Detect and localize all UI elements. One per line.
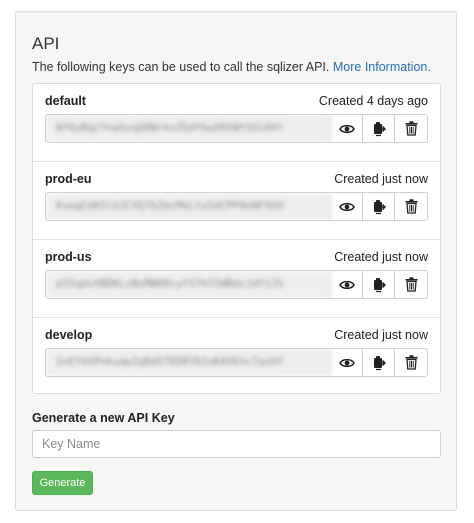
panel-description-text: The following keys can be used to call t… (32, 60, 330, 74)
key-created: Created just now (334, 250, 428, 264)
key-name: prod-us (45, 250, 92, 264)
copy-key-button[interactable] (363, 271, 395, 298)
key-row-default: default Created 4 days ago WfOuBqzYnaGvq… (33, 84, 440, 162)
key-created: Created just now (334, 328, 428, 342)
generate-key-label: Generate a new API Key (32, 411, 175, 425)
clipboard-icon (373, 121, 386, 136)
trash-icon (405, 199, 417, 214)
generate-button[interactable]: Generate (32, 471, 93, 495)
trash-icon (405, 277, 417, 292)
key-created: Created 4 days ago (318, 94, 428, 108)
key-row-prod-us: prod-us Created just now pS5qdvXBDKLzBxM… (33, 240, 440, 318)
key-value-field[interactable]: KvoqCmKSlk2CXQ7bZmcMeLtuSdCPPAnWFXhU (46, 193, 331, 220)
api-keys-list: default Created 4 days ago WfOuBqzYnaGvq… (32, 83, 441, 394)
trash-icon (405, 121, 417, 136)
show-key-button[interactable] (331, 349, 363, 376)
key-row-develop: develop Created just now SnEYVXPnkuqwIqR… (33, 318, 440, 396)
eye-icon (338, 124, 355, 133)
clipboard-icon (373, 355, 386, 370)
copy-key-button[interactable] (363, 349, 395, 376)
panel-description: The following keys can be used to call t… (32, 60, 431, 74)
clipboard-icon (373, 277, 386, 292)
key-name: develop (45, 328, 93, 342)
copy-key-button[interactable] (363, 115, 395, 142)
show-key-button[interactable] (331, 193, 363, 220)
key-input-group: SnEYVXPnkuqwIqRdSTKDRYDIuKAVEhcTazUY (45, 348, 428, 377)
key-name: prod-eu (45, 172, 92, 186)
show-key-button[interactable] (331, 271, 363, 298)
api-panel: API The following keys can be used to ca… (15, 11, 457, 511)
trash-icon (405, 355, 417, 370)
eye-icon (338, 280, 355, 289)
delete-key-button[interactable] (395, 115, 427, 142)
key-input-group: pS5qdvXBDKLzBxMW08cyYSYhYIWBdcJdY1JS (45, 270, 428, 299)
key-value-field[interactable]: WfOuBqzYnaGvqUHWrkvZGdYkwXKhWtSUiAXt (46, 115, 331, 142)
panel-title: API (32, 34, 60, 53)
copy-key-button[interactable] (363, 193, 395, 220)
delete-key-button[interactable] (395, 349, 427, 376)
delete-key-button[interactable] (395, 193, 427, 220)
key-input-group: WfOuBqzYnaGvqUHWrkvZGdYkwXKhWtSUiAXt (45, 114, 428, 143)
more-information-link[interactable]: More Information. (333, 60, 431, 74)
show-key-button[interactable] (331, 115, 363, 142)
key-name-input[interactable] (32, 430, 441, 458)
key-value-field[interactable]: SnEYVXPnkuqwIqRdSTKDRYDIuKAVEhcTazUY (46, 349, 331, 376)
delete-key-button[interactable] (395, 271, 427, 298)
eye-icon (338, 202, 355, 211)
clipboard-icon (373, 199, 386, 214)
key-row-prod-eu: prod-eu Created just now KvoqCmKSlk2CXQ7… (33, 162, 440, 240)
key-created: Created just now (334, 172, 428, 186)
key-value-field[interactable]: pS5qdvXBDKLzBxMW08cyYSYhYIWBdcJdY1JS (46, 271, 331, 298)
key-name: default (45, 94, 86, 108)
eye-icon (338, 358, 355, 367)
key-input-group: KvoqCmKSlk2CXQ7bZmcMeLtuSdCPPAnWFXhU (45, 192, 428, 221)
